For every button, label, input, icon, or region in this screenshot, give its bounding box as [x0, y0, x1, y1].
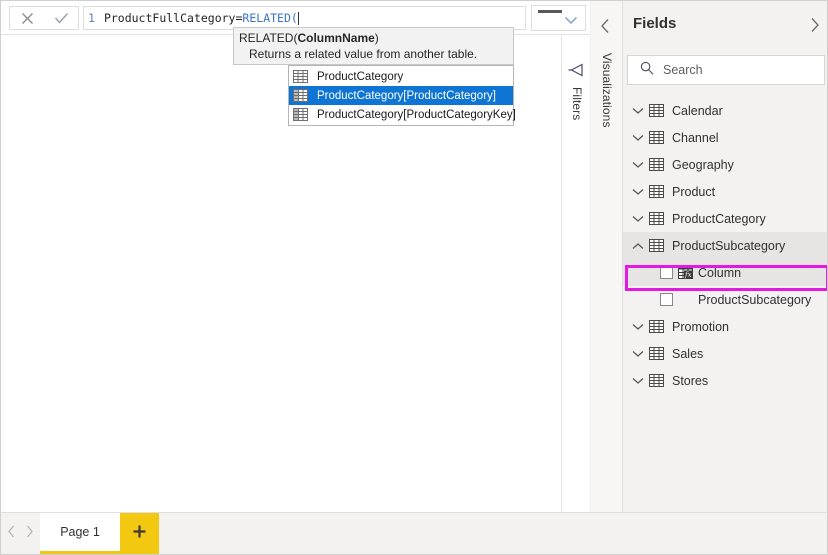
- field-tree-label: Channel: [672, 130, 719, 145]
- page-tab-bar: Page 1: [1, 512, 827, 554]
- table-icon: [293, 70, 308, 83]
- field-tree-label: Stores: [672, 373, 709, 388]
- chevron-left-icon[interactable]: [600, 18, 611, 39]
- chevron-down-icon[interactable]: [632, 350, 649, 358]
- field-tree-field-productsubcategory[interactable]: ProductSubcategory: [623, 286, 827, 313]
- field-tree-table-productsubcategory[interactable]: ProductSubcategory: [623, 232, 827, 259]
- minimize-icon[interactable]: [538, 10, 562, 13]
- formula-bar-actions: [9, 6, 79, 30]
- field-tree-field-column[interactable]: fx Column: [623, 259, 827, 286]
- formula-function-token: RELATED(: [242, 11, 298, 25]
- function-description: Returns a related value from another tab…: [249, 47, 478, 61]
- autocomplete-item-selected[interactable]: ProductCategory[ProductCategory]: [289, 86, 513, 105]
- field-tree-table-product[interactable]: Product: [623, 178, 827, 205]
- cancel-formula-button[interactable]: [16, 8, 38, 28]
- fields-pane: Fields Search Calendar Channel Geography…: [623, 1, 827, 514]
- chevron-up-icon[interactable]: [632, 242, 649, 250]
- table-icon: [649, 347, 672, 360]
- fields-search-box[interactable]: [627, 55, 825, 85]
- field-tree-table-calendar[interactable]: Calendar: [623, 97, 827, 124]
- column-icon: [293, 89, 308, 102]
- field-checkbox[interactable]: [660, 293, 673, 306]
- table-icon: [649, 239, 672, 252]
- chevron-down-icon[interactable]: [632, 377, 649, 385]
- autocomplete-item[interactable]: ProductCategory: [289, 67, 513, 86]
- fields-pane-header: Fields: [623, 1, 827, 46]
- chevron-down-icon[interactable]: [564, 12, 578, 30]
- visualizations-pane-label: Visualizations: [600, 53, 614, 128]
- visualizations-pane-collapsed[interactable]: Visualizations: [591, 1, 623, 514]
- chevron-left-icon[interactable]: [7, 525, 16, 543]
- formula-expression-name: ProductFullCategory=: [103, 11, 243, 25]
- field-tree-table-channel[interactable]: Channel: [623, 124, 827, 151]
- function-signature-tooltip: RELATED(ColumnName) Returns a related va…: [233, 27, 514, 65]
- function-signature-param: ColumnName: [297, 31, 375, 45]
- function-signature-prefix: RELATED(: [239, 31, 298, 45]
- page-navigation: [7, 525, 34, 543]
- svg-text:fx: fx: [684, 271, 692, 279]
- field-tree-table-promotion[interactable]: Promotion: [623, 313, 827, 340]
- search-icon: [640, 61, 654, 80]
- table-icon: [649, 320, 672, 333]
- chevron-right-icon[interactable]: [809, 17, 820, 38]
- chevron-down-icon[interactable]: [632, 161, 649, 169]
- autocomplete-item[interactable]: ProductCategory[ProductCategoryKey]: [289, 105, 516, 124]
- page-title: Fields: [633, 15, 677, 32]
- filters-pane-label: Filters: [570, 87, 584, 121]
- field-tree-label: Promotion: [672, 319, 729, 334]
- page-tab-label: Page 1: [60, 525, 100, 539]
- search-input[interactable]: [661, 62, 811, 78]
- field-tree-table-stores[interactable]: Stores: [623, 367, 827, 394]
- field-tree-label: Geography: [672, 157, 734, 172]
- formula-line-number: 1: [88, 11, 95, 25]
- chevron-down-icon[interactable]: [632, 323, 649, 331]
- chevron-down-icon[interactable]: [632, 134, 649, 142]
- accept-formula-button[interactable]: [50, 8, 72, 28]
- filter-funnel-icon: [568, 63, 584, 82]
- field-tree-label: Sales: [672, 346, 704, 361]
- table-icon: [649, 212, 672, 225]
- calculated-column-icon: fx: [678, 266, 698, 279]
- chevron-down-icon[interactable]: [632, 107, 649, 115]
- plus-icon: [132, 524, 147, 544]
- table-icon: [649, 104, 672, 117]
- filters-pane-collapsed[interactable]: Filters: [561, 35, 590, 514]
- formula-bar-expander[interactable]: [531, 5, 586, 31]
- table-icon: [649, 131, 672, 144]
- table-icon: [649, 158, 672, 171]
- field-tree-table-sales[interactable]: Sales: [623, 340, 827, 367]
- field-tree-label: Product: [672, 184, 716, 199]
- function-signature: RELATED(ColumnName): [239, 31, 507, 46]
- chevron-down-icon[interactable]: [632, 188, 649, 196]
- field-checkbox[interactable]: [660, 266, 673, 279]
- chevron-right-icon[interactable]: [25, 525, 34, 543]
- add-page-button[interactable]: [120, 513, 159, 554]
- field-tree-table-productcategory[interactable]: ProductCategory: [623, 205, 827, 232]
- field-tree-label: ProductSubcategory: [698, 292, 812, 307]
- field-tree-label: Calendar: [672, 103, 723, 118]
- power-bi-window: 1 ProductFullCategory= RELATED( RELATED(Co…: [0, 0, 828, 555]
- page-tab-page-1[interactable]: Page 1: [40, 513, 120, 554]
- autocomplete-item-label: ProductCategory[ProductCategory]: [317, 89, 496, 102]
- autocomplete-item-label: ProductCategory[ProductCategoryKey]: [317, 108, 516, 121]
- table-icon: [649, 374, 672, 387]
- autocomplete-dropdown[interactable]: ProductCategory ProductCategory[ProductC…: [288, 65, 516, 126]
- field-tree: Calendar Channel Geography Product Produ…: [623, 97, 827, 394]
- chevron-down-icon[interactable]: [632, 215, 649, 223]
- table-icon: [649, 185, 672, 198]
- field-tree-label: ProductCategory: [672, 211, 766, 226]
- field-tree-label: Column: [698, 265, 742, 280]
- text-caret: [297, 11, 299, 25]
- autocomplete-item-label: ProductCategory: [317, 70, 404, 83]
- field-tree-table-geography[interactable]: Geography: [623, 151, 827, 178]
- field-tree-label: ProductSubcategory: [672, 238, 786, 253]
- column-icon: [293, 108, 308, 121]
- function-signature-suffix: ): [374, 31, 379, 45]
